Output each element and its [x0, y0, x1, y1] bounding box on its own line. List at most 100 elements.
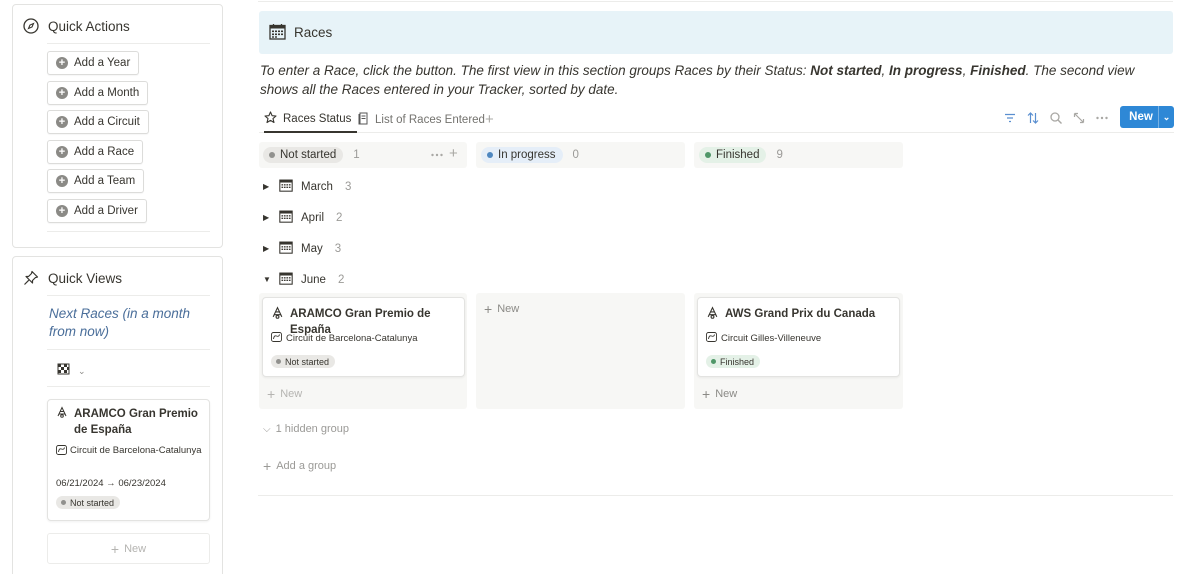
group-name: April — [301, 211, 325, 224]
calendar-icon — [279, 178, 293, 195]
divider — [47, 231, 210, 232]
add-view-button[interactable]: + — [485, 106, 494, 133]
triangle-right-icon[interactable]: ▶ — [263, 244, 271, 253]
plus-circle-icon: + — [56, 116, 68, 128]
group-count: 3 — [344, 180, 352, 193]
quick-views-header: Quick Views — [23, 270, 122, 286]
race-card[interactable]: ARAMCO Gran Premio de España Circuit de … — [262, 297, 465, 377]
triangle-right-icon[interactable]: ▶ — [263, 213, 271, 222]
plus-circle-icon: + — [56, 205, 68, 217]
quick-actions-header: Quick Actions — [23, 18, 130, 34]
group-march[interactable]: ▶ March 3 — [263, 178, 351, 195]
search-icon[interactable] — [1049, 111, 1063, 125]
column-in-progress-header[interactable]: In progress 0 — [481, 147, 579, 163]
plus-icon: + — [702, 386, 711, 402]
group-june[interactable]: ▼ June 2 — [263, 271, 344, 288]
group-count: 3 — [334, 242, 342, 255]
more-options-icon[interactable] — [1095, 111, 1109, 125]
add-month-button[interactable]: + Add a Month — [47, 81, 149, 105]
race-car-icon — [56, 406, 68, 438]
add-team-button[interactable]: + Add a Team — [47, 169, 145, 193]
group-count: 2 — [336, 211, 343, 224]
status-pill-in-progress: In progress — [481, 147, 563, 163]
new-label: New — [715, 388, 738, 400]
group-name: May — [301, 242, 323, 255]
status-pill-not-started: Not started — [263, 147, 344, 163]
tab-label: Races Status — [283, 112, 352, 125]
tab-label: List of Races Entered — [375, 113, 485, 126]
checkered-flag-icon — [57, 363, 70, 379]
column-count: 9 — [776, 149, 783, 161]
tab-list-of-races[interactable]: List of Races Entered — [358, 106, 485, 133]
triangle-down-icon[interactable]: ▼ — [263, 275, 271, 284]
plus-icon: + — [110, 540, 120, 557]
plus-icon[interactable]: + — [449, 145, 458, 162]
calendar-icon — [279, 271, 293, 288]
group-may[interactable]: ▶ May 3 — [263, 240, 341, 257]
divider — [47, 349, 210, 350]
column-count: 1 — [353, 149, 360, 161]
button-label: Add a Circuit — [74, 116, 140, 128]
new-card-button[interactable]: + New — [47, 533, 210, 564]
triangle-right-icon[interactable]: ▶ — [263, 182, 271, 191]
new-card-button[interactable]: + New — [484, 301, 519, 317]
quick-actions-panel: Quick Actions + Add a Year + Add a Month… — [12, 4, 223, 248]
chevron-down-icon: ⌄ — [78, 365, 86, 376]
next-race-card[interactable]: ARAMCO Gran Premio de España Circuit de … — [47, 399, 210, 521]
sort-icon[interactable] — [1026, 111, 1040, 125]
column-status-label: Finished — [716, 149, 760, 161]
view-selector[interactable]: ⌄ — [57, 363, 86, 379]
new-race-button[interactable]: New ⌄ — [1120, 106, 1174, 128]
card-title-row: AWS Grand Prix du Canada — [706, 306, 875, 324]
expand-icon[interactable] — [1072, 111, 1086, 125]
status-badge: Finished — [706, 355, 761, 368]
column-finished-header[interactable]: Finished 9 — [699, 147, 783, 163]
card-dates: 06/21/2024 → 06/23/2024 — [56, 478, 166, 489]
plus-icon: + — [484, 301, 493, 317]
column-not-started-header[interactable]: Not started 1 — [263, 147, 360, 163]
tab-races-status[interactable]: Races Status — [264, 106, 358, 133]
card-circuit: Circuit de Barcelona-Catalunya — [70, 445, 202, 456]
circuit-icon — [706, 332, 717, 346]
card-title: ARAMCO Gran Premio de España — [74, 408, 198, 436]
hidden-group-label: 1 hidden group — [275, 423, 349, 435]
card-title-row: ARAMCO Gran Premio de España — [56, 406, 206, 438]
new-card-button[interactable]: + New — [267, 386, 302, 402]
add-year-button[interactable]: + Add a Year — [47, 51, 140, 75]
card-circuit: Circuit de Barcelona-Catalunya — [286, 333, 418, 344]
new-label: New — [124, 542, 147, 555]
status-dot — [487, 152, 493, 158]
card-title: AWS Grand Prix du Canada — [725, 308, 876, 320]
quick-views-title: Quick Views — [48, 270, 123, 286]
calendar-icon — [279, 240, 293, 257]
race-card[interactable]: AWS Grand Prix du Canada Circuit Gilles-… — [697, 297, 900, 377]
add-race-button[interactable]: + Add a Race — [47, 140, 144, 164]
status-dot — [61, 500, 66, 505]
banner-title: Races — [294, 25, 333, 40]
add-group-button[interactable]: + Add a group — [263, 458, 336, 474]
new-card-button[interactable]: + New — [702, 386, 737, 402]
status-finished-text: Finished — [970, 63, 1026, 78]
column-count: 0 — [572, 149, 579, 161]
group-april[interactable]: ▶ April 2 — [263, 209, 342, 226]
group-count: 2 — [337, 273, 345, 286]
new-label: New — [280, 388, 303, 400]
races-banner: Races — [259, 11, 1173, 54]
hidden-groups-toggle[interactable]: ⌵ 1 hidden group — [263, 423, 349, 435]
desc-sep: , — [962, 63, 971, 78]
filter-icon[interactable] — [1003, 111, 1017, 125]
circuit-icon — [56, 445, 67, 459]
next-races-view-link[interactable]: Next Races (in a month from now) — [49, 305, 214, 341]
button-label: Add a Driver — [74, 205, 138, 217]
add-circuit-button[interactable]: + Add a Circuit — [47, 110, 149, 134]
calendar-icon — [269, 23, 286, 43]
add-driver-button[interactable]: + Add a Driver — [47, 199, 147, 223]
chevron-down-icon[interactable]: ⌄ — [1158, 106, 1174, 128]
button-label: Add a Month — [74, 87, 140, 99]
more-options-icon[interactable] — [430, 148, 444, 165]
race-car-icon — [706, 306, 719, 324]
pin-icon — [23, 270, 39, 286]
section-description: To enter a Race, click the button. The f… — [260, 61, 1165, 99]
status-in-progress-text: In progress — [889, 63, 963, 78]
status-label: Not started — [70, 497, 115, 508]
